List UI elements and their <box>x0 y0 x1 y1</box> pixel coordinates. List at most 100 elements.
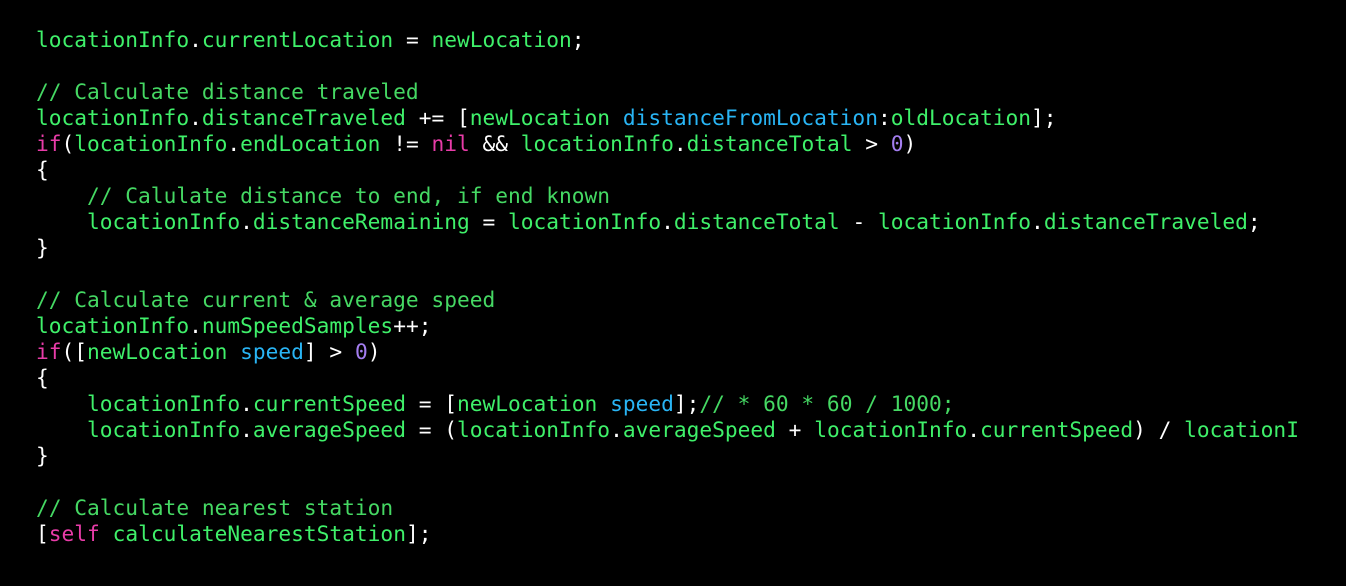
identifier-token: averageSpeed <box>622 417 776 442</box>
punctuation-token: . <box>240 417 253 442</box>
identifier-token: distanceRemaining <box>252 209 470 234</box>
identifier-token: locationInfo <box>36 27 190 52</box>
punctuation-token <box>36 209 87 234</box>
punctuation-token <box>227 339 240 364</box>
comment-token: // Calculate distance traveled <box>36 79 419 104</box>
identifier-token: locationInfo <box>87 209 241 234</box>
keyword-token: self <box>48 521 100 546</box>
punctuation-token: = ( <box>405 417 457 442</box>
punctuation-token: = <box>393 27 432 52</box>
punctuation-token: ) <box>367 339 381 364</box>
number-token: 0 <box>890 131 904 156</box>
punctuation-token: ] > <box>303 339 355 364</box>
message-token: speed <box>240 339 304 364</box>
identifier-token: locationInfo <box>814 417 968 442</box>
code-line: [self calculateNearestStation]; <box>36 521 1346 547</box>
punctuation-token: . <box>189 27 202 52</box>
code-line: } <box>36 443 1346 469</box>
identifier-token: calculateNearestStation <box>112 521 406 546</box>
punctuation-token: ) / <box>1133 417 1185 442</box>
punctuation-token: += [ <box>405 105 470 130</box>
identifier-token: oldLocation <box>890 105 1032 130</box>
identifier-token: newLocation <box>87 339 228 364</box>
punctuation-token: } <box>36 443 49 468</box>
punctuation-token: . <box>189 313 202 338</box>
punctuation-token: ) <box>903 131 917 156</box>
identifier-token: distanceTraveled <box>201 105 406 130</box>
punctuation-token <box>610 105 623 130</box>
punctuation-token: ++; <box>393 313 432 338</box>
identifier-token: averageSpeed <box>252 417 406 442</box>
identifier-token: distanceTraveled <box>1043 209 1248 234</box>
punctuation-token: && <box>469 131 521 156</box>
identifier-token: locationInfo <box>508 209 662 234</box>
punctuation-token: } <box>36 235 49 260</box>
punctuation-token: - <box>839 209 878 234</box>
code-editor[interactable]: locationInfo.currentLocation = newLocati… <box>36 27 1346 547</box>
punctuation-token: [ <box>36 521 49 546</box>
number-token: 0 <box>354 339 368 364</box>
punctuation-token <box>36 391 87 416</box>
punctuation-token: ]; <box>673 391 700 416</box>
identifier-token: locationInfo <box>520 131 674 156</box>
punctuation-token: ([ <box>61 339 88 364</box>
keyword-token: if <box>36 131 62 156</box>
code-line: { <box>36 365 1346 391</box>
punctuation-token <box>36 183 87 208</box>
punctuation-token: . <box>227 131 241 156</box>
code-line: { <box>36 157 1346 183</box>
code-line: locationInfo.distanceRemaining = locatio… <box>36 209 1346 235</box>
punctuation-token: . <box>189 105 202 130</box>
code-line: locationInfo.distanceTraveled += [newLoc… <box>36 105 1346 131</box>
punctuation-token: . <box>240 391 253 416</box>
punctuation-token: . <box>673 131 687 156</box>
identifier-token: newLocation <box>469 105 611 130</box>
punctuation-token: { <box>36 157 49 182</box>
identifier-token: newLocation <box>456 391 598 416</box>
code-line: // Calulate distance to end, if end know… <box>36 183 1346 209</box>
identifier-token: locationInfo <box>36 313 190 338</box>
identifier-token: endLocation <box>240 131 381 156</box>
identifier-token: currentSpeed <box>980 417 1134 442</box>
punctuation-token: ]; <box>1031 105 1057 130</box>
identifier-token: distanceTotal <box>686 131 853 156</box>
punctuation-token: ( <box>61 131 75 156</box>
identifier-token: numSpeedSamples <box>201 313 394 338</box>
code-line: // Calculate current & average speed <box>36 287 1346 313</box>
punctuation-token: . <box>610 417 623 442</box>
code-line: // Calculate distance traveled <box>36 79 1346 105</box>
punctuation-token: { <box>36 365 49 390</box>
comment-token: // Calculate nearest station <box>36 495 394 520</box>
punctuation-token: ]; <box>405 521 432 546</box>
identifier-token: locationInfo <box>877 209 1032 234</box>
punctuation-token: + <box>775 417 815 442</box>
comment-token: // Calculate current & average speed <box>36 287 496 312</box>
identifier-token: locationInfo <box>36 105 190 130</box>
identifier-token: distanceTotal <box>673 209 840 234</box>
identifier-token: locationInfo <box>456 417 611 442</box>
comment-token: // * 60 * 60 / 1000; <box>699 391 955 416</box>
identifier-token: locationInfo <box>87 417 241 442</box>
message-token: distanceFromLocation <box>622 105 878 130</box>
code-line: locationInfo.numSpeedSamples++; <box>36 313 1346 339</box>
punctuation-token <box>100 521 113 546</box>
code-line: if(locationInfo.endLocation != nil && lo… <box>36 131 1346 157</box>
punctuation-token: = [ <box>405 391 457 416</box>
punctuation-token: . <box>240 209 253 234</box>
punctuation-token: . <box>1031 209 1044 234</box>
code-line: locationInfo.currentLocation = newLocati… <box>36 27 1346 53</box>
code-line: locationInfo.averageSpeed = (locationInf… <box>36 417 1346 443</box>
message-token: speed <box>610 391 674 416</box>
identifier-token: currentSpeed <box>252 391 406 416</box>
keyword-token: if <box>36 339 62 364</box>
punctuation-token <box>36 417 87 442</box>
punctuation-token <box>597 391 610 416</box>
keyword-token: nil <box>431 131 470 156</box>
punctuation-token: : <box>877 105 891 130</box>
identifier-token: locationI <box>1184 417 1299 442</box>
punctuation-token: ; <box>1247 209 1261 234</box>
punctuation-token: != <box>380 131 432 156</box>
